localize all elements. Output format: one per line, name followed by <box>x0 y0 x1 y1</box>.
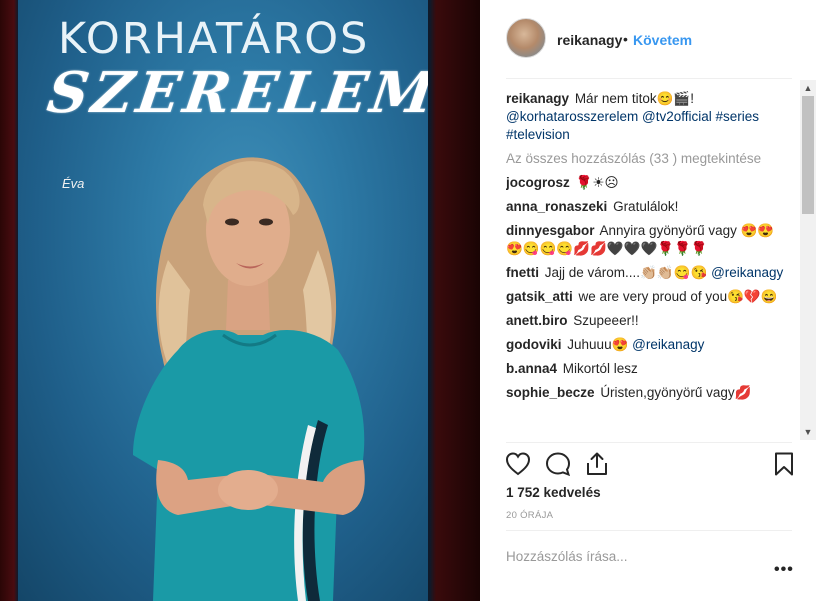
caption: reikanagy Már nem titok😊🎬! @korhatarossz… <box>506 90 786 144</box>
comment-mention[interactable]: @reikanagy <box>632 337 704 352</box>
comment-username[interactable]: sophie_becze <box>506 385 595 400</box>
save-button[interactable] <box>770 450 798 478</box>
woman-figure-illustration <box>133 157 365 601</box>
comment-box-divider <box>506 530 792 531</box>
share-button[interactable] <box>583 450 611 478</box>
speech-bubble-icon <box>545 452 571 477</box>
scrollbar-thumb[interactable] <box>802 96 814 214</box>
comment-item: jocogrosz 🌹☀☹ <box>506 174 786 192</box>
tv-poster: KORHATÁROS SZERELEM Éva <box>18 0 428 601</box>
comment-text: Úristen,gyönyörű vagy💋 <box>600 385 752 400</box>
comment-text: 🌹☀☹ <box>575 175 619 190</box>
comment-text: Jajj de várom....👏🏼👏🏼😋😘 <box>544 265 708 280</box>
post-timestamp: 20 ÓRÁJA <box>506 510 554 521</box>
caption-text: Már nem titok😊🎬! <box>574 91 694 106</box>
header-separator-dot: • <box>623 31 628 47</box>
post-header: reikanagy • Követem <box>480 0 816 78</box>
comment-username[interactable]: dinnyesgabor <box>506 223 595 238</box>
following-button[interactable]: Követem <box>633 32 692 48</box>
post-details-panel: reikanagy • Követem reikanagy Már nem ti… <box>480 0 816 601</box>
comment-item: b.anna4 Mikortól lesz <box>506 360 786 378</box>
comment-username[interactable]: jocogrosz <box>506 175 570 190</box>
comments-list[interactable]: reikanagy Már nem titok😊🎬! @korhatarossz… <box>506 90 786 442</box>
add-comment-input[interactable]: Hozzászólás írása... <box>506 549 628 564</box>
comment-item: anna_ronaszeki Gratulálok! <box>506 198 786 216</box>
comment-item: dinnyesgabor Annyira gyönyörű vagy 😍😍😍😋😋… <box>506 222 786 258</box>
scroll-up-arrow-icon[interactable]: ▲ <box>800 80 816 96</box>
comment-item: anett.biro Szupeeer!! <box>506 312 786 330</box>
header-username[interactable]: reikanagy <box>557 32 622 48</box>
comment-text: Gratulálok! <box>613 199 679 214</box>
more-options-icon[interactable]: ••• <box>774 561 794 579</box>
caption-tags[interactable]: @korhatarosszerelem @tv2official #series… <box>506 109 759 142</box>
share-arrow-icon <box>587 452 607 475</box>
comment-username[interactable]: godoviki <box>506 337 562 352</box>
comment-username[interactable]: gatsik_atti <box>506 289 573 304</box>
bookmark-icon <box>775 452 793 476</box>
heart-outline-icon <box>505 452 531 476</box>
comment-item: gatsik_atti we are very proud of you😘💔😄 <box>506 288 786 306</box>
comment-text: Juhuuu😍 <box>567 337 629 352</box>
post-photo[interactable]: KORHATÁROS SZERELEM Éva <box>0 0 480 601</box>
comment-mention[interactable]: @reikanagy <box>711 265 783 280</box>
avatar[interactable] <box>506 18 546 58</box>
caption-username[interactable]: reikanagy <box>506 91 569 106</box>
likes-count[interactable]: 1 752 kedvelés <box>506 485 601 500</box>
comments-scrollbar[interactable]: ▲ ▼ <box>800 80 816 440</box>
comment-text: Mikortól lesz <box>562 361 638 376</box>
comment-username[interactable]: anna_ronaszeki <box>506 199 607 214</box>
scroll-down-arrow-icon[interactable]: ▼ <box>800 424 816 440</box>
comment-text: we are very proud of you😘💔😄 <box>578 289 778 304</box>
comment-item: godoviki Juhuuu😍 @reikanagy <box>506 336 786 354</box>
comment-username[interactable]: b.anna4 <box>506 361 557 376</box>
actions-divider <box>506 442 792 443</box>
view-all-comments-link[interactable]: Az összes hozzászólás (33 ) megtekintése <box>506 150 786 168</box>
comment-username[interactable]: fnetti <box>506 265 539 280</box>
comment-username[interactable]: anett.biro <box>506 313 568 328</box>
comment-text: Szupeeer!! <box>573 313 639 328</box>
comment-button[interactable] <box>544 450 572 478</box>
comment-item: fnetti Jajj de várom....👏🏼👏🏼😋😘 @reikanag… <box>506 264 786 282</box>
like-button[interactable] <box>504 450 532 478</box>
header-divider <box>506 78 792 79</box>
comment-item: sophie_becze Úristen,gyönyörű vagy💋 <box>506 384 786 402</box>
